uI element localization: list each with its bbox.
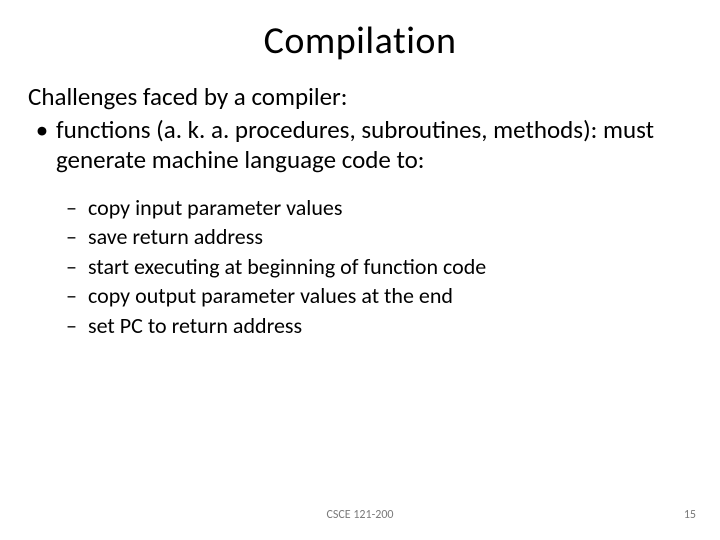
dash-icon: – [66, 312, 88, 340]
dash-icon: – [66, 194, 88, 222]
list-item: – set PC to return address [66, 312, 692, 340]
dash-icon: – [66, 223, 88, 251]
bullet-dot-icon: • [28, 115, 56, 176]
list-item: – copy input parameter values [66, 194, 692, 222]
sub-item-text: start executing at beginning of function… [88, 253, 692, 281]
bullet-text: functions (a. k. a. procedures, subrouti… [56, 115, 692, 176]
dash-icon: – [66, 253, 88, 281]
sub-list: – copy input parameter values – save ret… [66, 194, 692, 340]
sub-item-text: copy output parameter values at the end [88, 282, 692, 310]
list-item: – save return address [66, 223, 692, 251]
dash-icon: – [66, 282, 88, 310]
page-number: 15 [684, 508, 696, 522]
sub-item-text: save return address [88, 223, 692, 251]
intro-text: Challenges faced by a compiler: [28, 82, 692, 113]
slide-title: Compilation [28, 18, 692, 64]
bullet-item: • functions (a. k. a. procedures, subrou… [28, 115, 692, 176]
list-item: – copy output parameter values at the en… [66, 282, 692, 310]
footer-course: CSCE 121-200 [0, 508, 720, 522]
sub-item-text: set PC to return address [88, 312, 692, 340]
sub-item-text: copy input parameter values [88, 194, 692, 222]
list-item: – start executing at beginning of functi… [66, 253, 692, 281]
slide: Compilation Challenges faced by a compil… [0, 0, 720, 540]
